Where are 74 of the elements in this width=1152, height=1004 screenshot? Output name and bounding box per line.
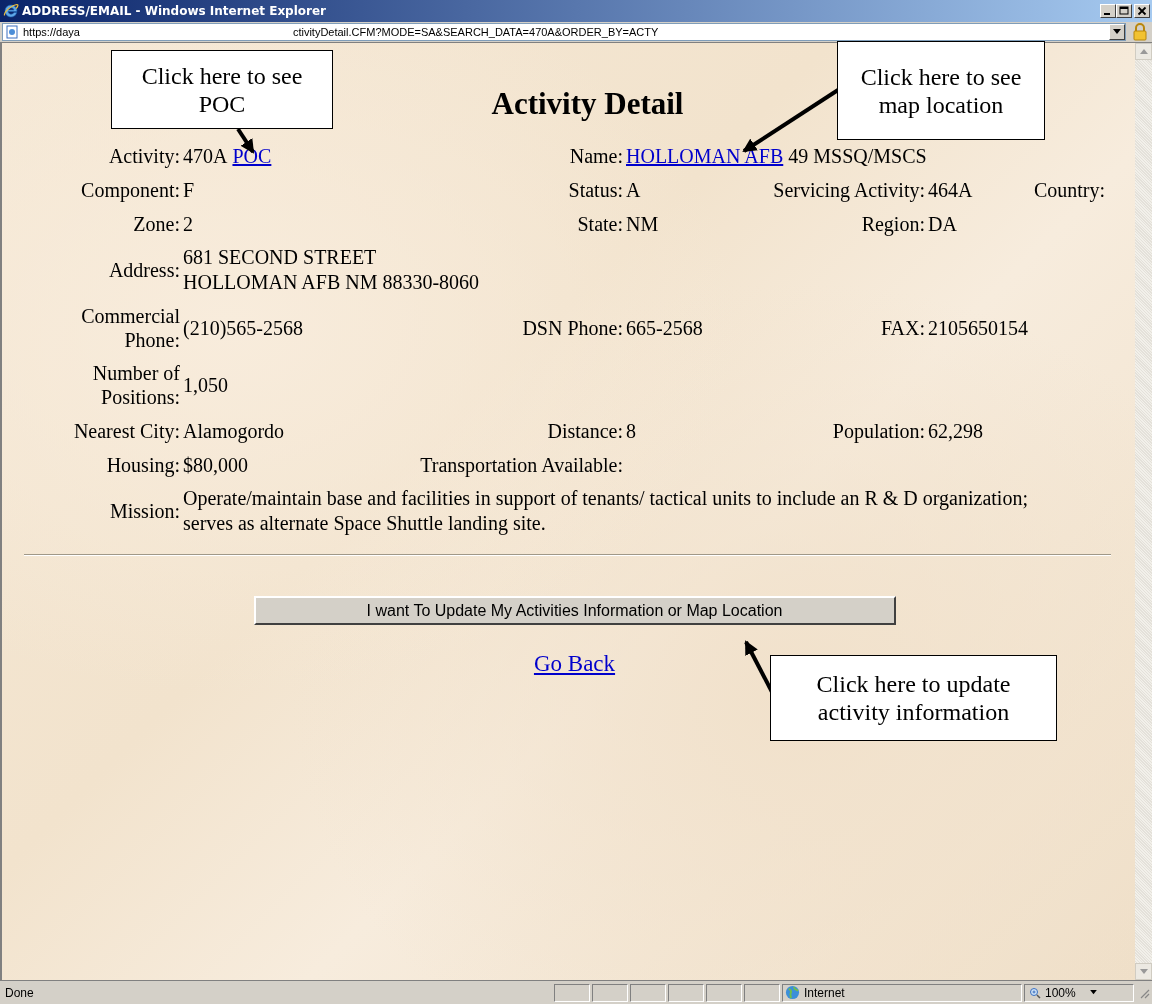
status-pane bbox=[592, 983, 628, 1002]
status-pane bbox=[706, 983, 742, 1002]
status-pane bbox=[668, 983, 704, 1002]
field-label: DSN Phone: bbox=[522, 316, 623, 340]
field-label: Population: bbox=[832, 418, 925, 443]
close-icon bbox=[1137, 6, 1147, 16]
field-value: DA bbox=[928, 211, 957, 236]
caret-icon[interactable] bbox=[1089, 990, 1097, 995]
maximize-icon bbox=[1119, 6, 1129, 16]
link[interactable]: HOLLOMAN AFB bbox=[626, 143, 784, 168]
callout-box: Click here to update activity information bbox=[770, 655, 1057, 741]
field-label: Transportation Available: bbox=[420, 452, 623, 477]
field-value: Operate/maintain base and facilities in support of tenants/ tactical units to include an R & D organization; serves as alternate Space Shuttle landing site. bbox=[183, 486, 1029, 536]
field-label: Country: bbox=[1033, 177, 1105, 202]
link[interactable]: POC bbox=[232, 143, 272, 168]
field-label: Servicing Activity: bbox=[773, 177, 925, 202]
field-value: $80,000 bbox=[183, 452, 248, 477]
field-value: 2105650154 bbox=[928, 316, 1028, 340]
minimize-icon bbox=[1103, 13, 1110, 15]
field-label: Region: bbox=[861, 211, 925, 236]
field-value: 49 MSSQ/MSCS bbox=[788, 143, 927, 168]
close-button[interactable] bbox=[1134, 4, 1150, 18]
field-value: 8 bbox=[626, 418, 636, 443]
field-label: Address: bbox=[108, 258, 180, 282]
maximize-button[interactable] bbox=[1116, 4, 1132, 18]
field-label: Component: bbox=[81, 177, 180, 202]
callout-box: Click here to see map location bbox=[837, 41, 1045, 140]
field-label: Number of Positions: bbox=[91, 361, 180, 409]
field-label: Nearest City: bbox=[73, 418, 180, 443]
minimize-button[interactable] bbox=[1100, 4, 1116, 18]
field-value: 470A bbox=[183, 143, 228, 168]
field-value: Alamogordo bbox=[183, 418, 285, 443]
caret-icon bbox=[1113, 29, 1121, 35]
field-value: 1,050 bbox=[183, 373, 228, 397]
status-pane bbox=[554, 983, 590, 1002]
field-label: Name: bbox=[569, 143, 623, 168]
field-value: NM bbox=[626, 211, 659, 236]
field-label: Status: bbox=[568, 177, 623, 202]
address-field[interactable]: https://daya ctivityDetail.CFM?MODE=SA&SEARCH_DATA=470A&ORDER_BY=ACTY bbox=[2, 23, 1126, 41]
field-value: 2 bbox=[183, 211, 193, 236]
callout-box: Click here to see POC bbox=[111, 50, 333, 129]
page-icon bbox=[5, 25, 19, 39]
field-value: (210)565-2568 bbox=[183, 316, 303, 340]
status-text: Done bbox=[4, 985, 35, 1000]
update-button[interactable]: I want To Update My Activities Information or Map Location bbox=[253, 596, 896, 625]
page-heading: Activity Detail bbox=[491, 85, 684, 123]
field-label: Housing: bbox=[106, 452, 180, 477]
zone-text: Internet bbox=[804, 985, 845, 1000]
arrow-up-icon bbox=[1139, 48, 1148, 55]
field-value: 665-2568 bbox=[626, 316, 703, 340]
arrow-down-icon bbox=[1139, 968, 1148, 975]
field-value: A bbox=[626, 177, 641, 202]
dropdown-button[interactable] bbox=[1109, 24, 1125, 40]
url-text: ctivityDetail.CFM?MODE=SA&SEARCH_DATA=470A&ORDER_BY=ACTY bbox=[292, 26, 659, 38]
field-value: HOLLOMAN AFB NM 88330-8060 bbox=[183, 270, 481, 295]
field-value: 681 SECOND STREET bbox=[183, 245, 378, 270]
status-pane bbox=[630, 983, 666, 1002]
field-value: 464A bbox=[928, 177, 973, 202]
field-value: F bbox=[183, 177, 195, 202]
globe-icon bbox=[785, 985, 800, 1000]
status-pane bbox=[744, 983, 780, 1002]
field-label: Activity: bbox=[108, 143, 180, 168]
url-text: https://daya bbox=[23, 26, 80, 38]
field-label: State: bbox=[577, 211, 623, 236]
field-label: FAX: bbox=[880, 316, 925, 340]
field-label: Distance: bbox=[547, 418, 623, 443]
zoom-icon[interactable] bbox=[1029, 986, 1041, 999]
window-title: ADDRESS/EMAIL - Windows Internet Explorer bbox=[22, 4, 328, 18]
browser-logo-icon bbox=[3, 3, 19, 19]
go-back-link[interactable]: Go Back bbox=[533, 651, 616, 677]
field-value: 62,298 bbox=[928, 418, 983, 443]
field-label: Zone: bbox=[133, 211, 180, 236]
field-label: Mission: bbox=[109, 499, 180, 523]
field-label: Commercial Phone: bbox=[80, 304, 180, 352]
